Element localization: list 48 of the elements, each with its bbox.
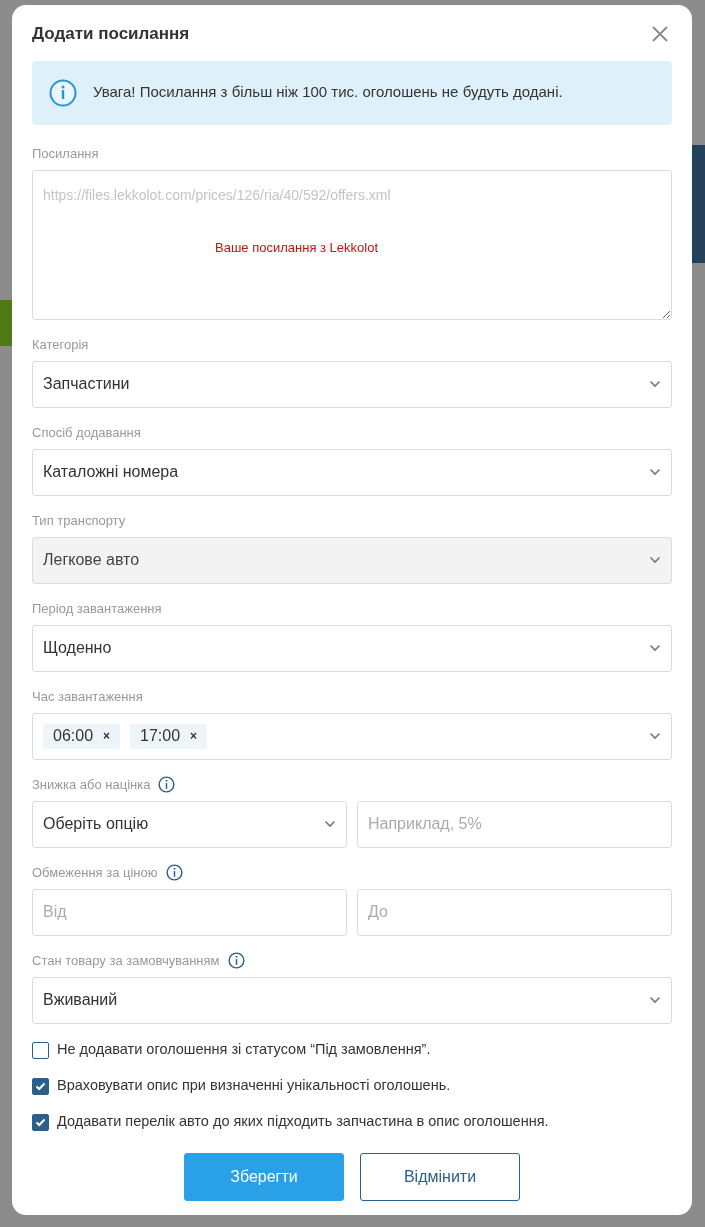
chevron-down-icon (649, 996, 661, 1004)
chevron-down-icon (649, 556, 661, 564)
check-icon (35, 1117, 46, 1127)
dropdown[interactable]: Щоденно (32, 624, 672, 672)
info-icon[interactable] (158, 776, 176, 793)
dropdown[interactable]: Каталожні номера (32, 448, 672, 496)
field-label: Час завантаження (32, 687, 143, 706)
chevron-down-icon (649, 380, 661, 388)
checkbox-label: Додавати перелік авто до яких підходить запчастина в опис оголошення. (57, 1112, 549, 1132)
info-icon[interactable] (227, 952, 245, 969)
input-field[interactable]: Наприклад, 5% (357, 800, 672, 848)
input-field[interactable]: До (357, 888, 672, 936)
field-label: Обмеження за ціною (32, 863, 158, 882)
dropdown[interactable]: Оберіть опцію (32, 800, 347, 848)
checkbox[interactable] (32, 1077, 49, 1095)
tag-text: 17:00 (140, 726, 181, 746)
close-icon (652, 25, 668, 42)
alert-text: Увага! Посилання з більш ніж 100 тис. оголошень не будуть додані. (93, 82, 563, 103)
checkbox[interactable] (32, 1113, 49, 1131)
field-label: Стан товару за замовчуванням (32, 951, 220, 970)
info-icon (49, 78, 77, 107)
field-label: Знижка або націнка (32, 775, 151, 794)
input-field[interactable]: Від (32, 888, 347, 936)
chevron-down-icon (649, 468, 661, 476)
field-label: Період завантаження (32, 599, 162, 618)
field-label: Посилання (32, 144, 99, 163)
check-icon (35, 1081, 46, 1091)
annotation-text: Ваше посилання з Lekkolot (215, 238, 379, 257)
cancel-button[interactable]: Відмінити (360, 1152, 520, 1201)
backdrop-bar (0, 300, 12, 346)
remove-button[interactable]: × (103, 727, 111, 745)
field-label: Категорія (32, 335, 89, 354)
dropdown[interactable]: Вживаний (32, 976, 672, 1024)
chevron-down-icon (649, 732, 661, 740)
dialog-title: Додати посилання (32, 23, 190, 45)
info-icon[interactable] (165, 864, 183, 881)
checkbox-label: Враховувати опис при визначенні унікальності оголошень. (57, 1076, 451, 1096)
checkbox[interactable] (32, 1041, 49, 1059)
remove-button[interactable]: × (190, 727, 198, 745)
checkbox-label: Не додавати оголошення зі статусом “Під замовлення”. (57, 1040, 431, 1060)
field-label: Тип транспорту (32, 511, 126, 530)
field-label: Спосіб додавання (32, 423, 141, 442)
tag-text: 06:00 (53, 726, 94, 746)
tag-input[interactable]: 06:00 × 17:00 × (32, 712, 672, 760)
dropdown[interactable]: Запчастини (32, 360, 672, 408)
chevron-down-icon (649, 644, 661, 652)
close-button[interactable] (650, 23, 670, 44)
chevron-down-icon (324, 820, 336, 828)
